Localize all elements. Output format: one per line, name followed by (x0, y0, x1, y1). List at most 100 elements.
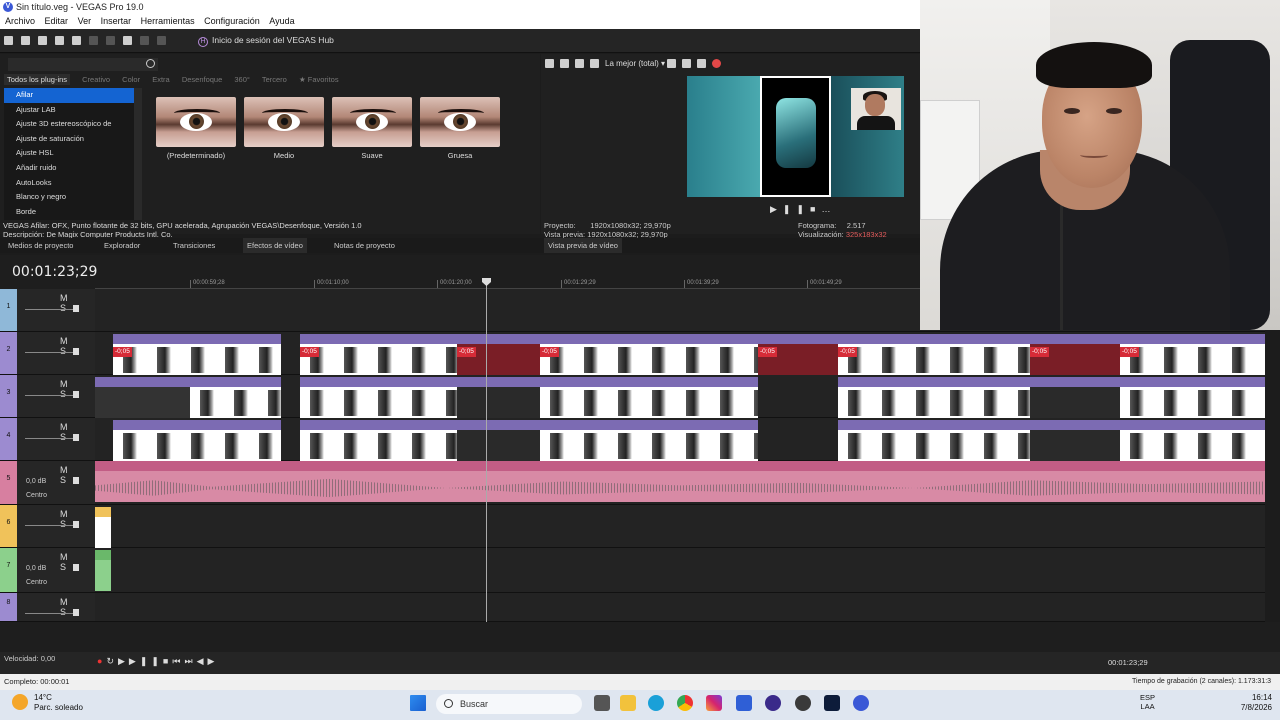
plugin-item[interactable]: Blanco y negro (4, 190, 142, 205)
video-clip[interactable]: memes fx (300, 377, 457, 418)
preset-thumbnail[interactable] (156, 97, 236, 147)
menu-herramientas[interactable]: Herramientas (141, 16, 195, 26)
tab-explorador[interactable]: Explorador (104, 238, 140, 253)
file-explorer-icon[interactable] (620, 695, 636, 711)
video-clip[interactable]: memes -0;05 (1030, 334, 1120, 375)
menu-archivo[interactable]: Archivo (5, 16, 35, 26)
plugin-item[interactable]: AutoLooks (4, 176, 142, 191)
slider-knob[interactable] (73, 305, 79, 312)
vegas-hub-login[interactable]: H Inicio de sesión del VEGAS Hub (198, 35, 334, 47)
copy-icon[interactable] (106, 36, 115, 45)
video-clip[interactable]: memes fx (113, 420, 281, 461)
paste-icon[interactable] (123, 36, 132, 45)
plugin-search-input[interactable] (8, 58, 158, 71)
stop-icon[interactable]: ■ (163, 656, 172, 666)
open-folder-icon[interactable] (21, 36, 30, 45)
video-clip[interactable]: memes (1030, 420, 1120, 461)
weather-icon[interactable] (12, 694, 28, 710)
photoshop-icon[interactable] (824, 695, 840, 711)
video-clip[interactable]: memes fx (540, 420, 758, 461)
tab-desenfoque[interactable]: Desenfoque (182, 75, 222, 84)
track-lane-audio[interactable] (95, 548, 1265, 593)
plugin-item[interactable]: Borde (4, 205, 142, 220)
vegas-record-icon[interactable] (712, 59, 722, 69)
split-screen-icon[interactable] (590, 59, 599, 69)
track-lane[interactable]: memes fx -0;05 memes fx -0;05 memes -0;05 mem… (95, 332, 1265, 375)
clip-fx-icon[interactable]: fx (1256, 334, 1261, 344)
app-icon[interactable] (765, 695, 781, 711)
track-header[interactable]: 4 M S (0, 418, 95, 461)
menu-ayuda[interactable]: Ayuda (269, 16, 294, 26)
loop-icon[interactable]: ↻ (106, 656, 118, 666)
chrome-icon[interactable] (677, 695, 693, 711)
menu-insertar[interactable]: Insertar (101, 16, 132, 26)
track-header[interactable]: 3 M S (0, 375, 95, 418)
save-snapshot-icon[interactable] (697, 59, 707, 69)
level-slider[interactable] (25, 438, 73, 439)
preview-settings-icon[interactable] (545, 59, 554, 69)
search-icon[interactable] (146, 59, 155, 68)
plugin-item-afilar[interactable]: Afilar (4, 88, 142, 103)
track-header[interactable]: 6 M S (0, 505, 95, 548)
video-clip[interactable]: memes fx -0;05 (300, 334, 457, 375)
tab-vista-previa-de-video[interactable]: Vista previa de vídeo (544, 238, 622, 253)
language-indicator[interactable]: ESP LAA (1140, 693, 1155, 711)
preset-thumbnail[interactable] (420, 97, 500, 147)
level-slider[interactable] (25, 613, 73, 614)
video-clip[interactable]: memes fx (1120, 420, 1265, 461)
timeline-ruler[interactable]: 00:00:59;28 00:01:10;00 00:01:20;00 00:0… (95, 277, 920, 289)
video-clip[interactable]: memes fx (540, 377, 758, 418)
windows-start-icon[interactable] (410, 695, 426, 711)
timeline-scroll-area[interactable] (0, 622, 1280, 652)
edge-icon[interactable] (648, 695, 664, 711)
weather-widget[interactable]: 14°C Parc. soleado (34, 693, 83, 713)
more-icon[interactable]: … (821, 204, 836, 214)
slider-knob[interactable] (73, 609, 79, 616)
task-view-icon[interactable] (594, 695, 610, 711)
video-clip[interactable] (95, 507, 111, 548)
plugin-list-scrollbar[interactable] (134, 88, 142, 220)
video-clip[interactable]: -0;05 (758, 334, 838, 375)
clip-fx-icon[interactable]: fx (272, 420, 277, 430)
level-slider[interactable] (25, 352, 73, 353)
audio-clip[interactable] (95, 550, 111, 591)
level-slider[interactable] (25, 525, 73, 526)
next-frame-icon[interactable]: ▶ (208, 656, 219, 666)
app-icon[interactable] (795, 695, 811, 711)
taskbar-search[interactable]: Buscar (436, 694, 582, 714)
slider-knob[interactable] (73, 391, 79, 398)
tab-creativo[interactable]: Creativo (82, 75, 110, 84)
track-header[interactable]: 8 M S (0, 593, 95, 622)
clip-fx-icon[interactable]: fx (749, 420, 754, 430)
undo-icon[interactable] (140, 36, 149, 45)
video-clip[interactable]: memes fx (300, 420, 457, 461)
clip-fx-icon[interactable]: fx (448, 334, 453, 344)
clip-fx-icon[interactable]: fx (749, 377, 754, 387)
track-lane[interactable] (95, 505, 1265, 548)
volume-knob[interactable] (73, 564, 79, 571)
volume-knob[interactable] (73, 477, 79, 484)
menu-configuracion[interactable]: Configuración (204, 16, 260, 26)
preview-quality-dropdown[interactable]: La mejor (total) (605, 59, 659, 68)
level-slider[interactable] (25, 395, 73, 396)
clip-fx-icon[interactable]: fx (448, 420, 453, 430)
menu-editar[interactable]: Editar (45, 16, 69, 26)
new-file-icon[interactable] (4, 36, 13, 45)
tab-color[interactable]: Color (122, 75, 140, 84)
taskbar-clock[interactable]: 16:14 7/8/2026 (1236, 693, 1272, 713)
menu-ver[interactable]: Ver (78, 16, 92, 26)
video-clip[interactable]: memes fx -0;05 (838, 334, 1030, 375)
track-header[interactable]: 2 M S (0, 332, 95, 375)
play-from-start-icon[interactable]: ▶ (129, 656, 140, 666)
save-icon[interactable] (38, 36, 47, 45)
clip-fx-icon[interactable]: fx (1021, 334, 1026, 344)
video-clip[interactable]: memes fx (1120, 377, 1265, 418)
video-clip[interactable]: memes fx (838, 377, 1030, 418)
track-header[interactable]: 1 M S (0, 289, 95, 332)
video-clip[interactable]: memes fx -0;05 (1120, 334, 1265, 375)
plugin-item[interactable]: Ajuste de saturación (4, 132, 142, 147)
video-clip[interactable] (190, 387, 281, 418)
clip-fx-icon[interactable]: fx (749, 334, 754, 344)
level-slider[interactable] (25, 309, 73, 310)
plugin-item[interactable]: Ajuste 3D estereoscópico de (4, 117, 142, 132)
